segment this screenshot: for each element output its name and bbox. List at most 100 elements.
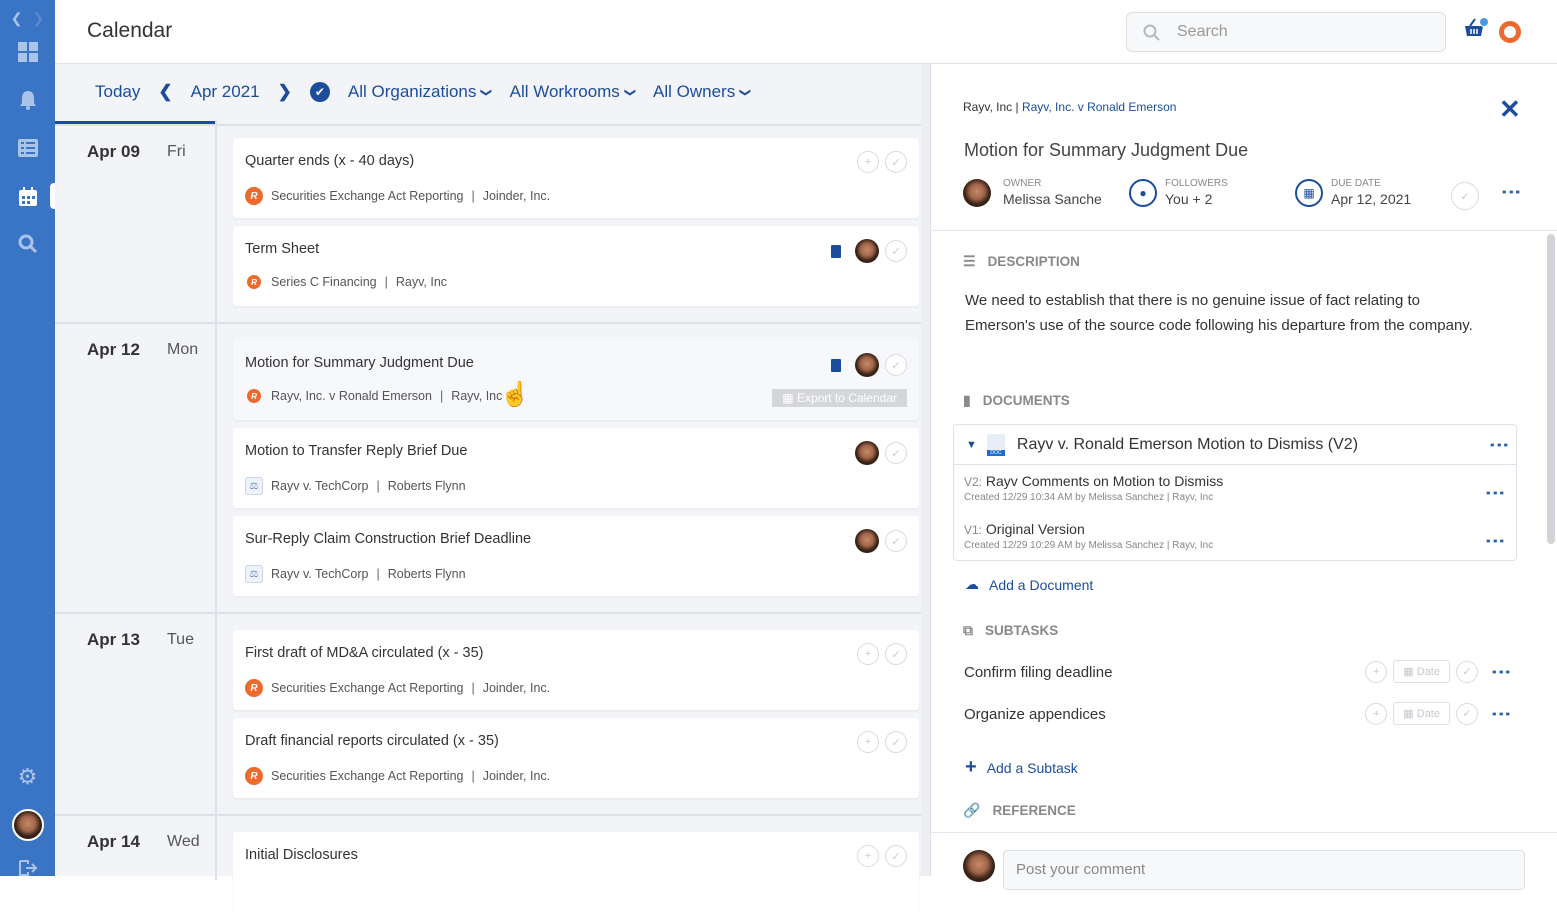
event-matter[interactable]: Securities Exchange Act Reporting (271, 769, 463, 783)
gear-icon[interactable]: ⚙ (0, 764, 55, 789)
description-text[interactable]: We need to establish that there is no ge… (965, 288, 1485, 338)
assign-user-icon[interactable]: + (1365, 702, 1388, 725)
event-card[interactable]: Sur-Reply Claim Construction Brief Deadl… (233, 516, 919, 596)
export-to-calendar-button[interactable]: ▦ Export to Calendar (772, 389, 907, 407)
crumb-matter-link[interactable]: Rayv, Inc. v Ronald Emerson (1022, 100, 1177, 114)
complete-task-check-icon[interactable]: ✓ (1451, 182, 1479, 210)
event-matter[interactable]: Securities Exchange Act Reporting (271, 189, 463, 203)
next-month-icon[interactable]: ❯ (278, 82, 292, 102)
event-title[interactable]: Sur-Reply Claim Construction Brief Deadl… (245, 531, 531, 547)
due-date-field[interactable]: ▦ DUE DATE Apr 12, 2021 (1295, 178, 1411, 207)
document-icon[interactable] (831, 244, 841, 258)
event-card[interactable]: Term Sheet R Series C Financing | Rayv, Inc ✓ (233, 226, 919, 306)
event-matter[interactable]: Rayv v. TechCorp (271, 479, 369, 493)
owner-field[interactable]: OWNER Melissa Sanche (963, 178, 1102, 207)
more-options-icon[interactable]: ⋮ (1500, 182, 1522, 202)
event-title[interactable]: First draft of MD&A circulated (x - 35) (245, 645, 484, 661)
day-weekday: Wed (167, 833, 200, 850)
document-menu-icon[interactable]: ⋮ (1488, 435, 1510, 455)
complete-check-icon[interactable]: ✓ (1456, 702, 1478, 725)
complete-check-icon[interactable]: ✓ (885, 240, 907, 262)
assign-user-icon[interactable]: + (857, 845, 879, 867)
assign-user-icon[interactable]: + (1365, 660, 1388, 683)
document-header[interactable]: ▼ Rayv v. Ronald Emerson Motion to Dismis… (954, 425, 1516, 465)
complete-check-icon[interactable]: ✓ (885, 151, 907, 173)
task-list-icon[interactable] (0, 136, 55, 160)
subtask-row[interactable]: Organize appendices + ▦ Date ✓ ⋮ (964, 702, 1524, 725)
complete-check-icon[interactable]: ✓ (885, 845, 907, 867)
add-subtask-button[interactable]: + Add a Subtask (965, 756, 1078, 779)
complete-check-icon[interactable]: ✓ (885, 442, 907, 464)
complete-check-icon[interactable]: ✓ (1456, 660, 1478, 683)
list-scrollbar[interactable] (921, 64, 930, 876)
assign-user-icon[interactable]: + (857, 151, 879, 173)
event-title[interactable]: Initial Disclosures (245, 847, 358, 863)
event-card[interactable]: Motion for Summary Judgment Due R Rayv, In… (233, 340, 919, 420)
subtask-row[interactable]: Confirm filing deadline + ▦ Date ✓ ⋮ (964, 660, 1524, 683)
assign-user-icon[interactable]: + (857, 731, 879, 753)
version-item[interactable]: V2: Rayv Comments on Motion to Dismiss Cr… (964, 473, 1223, 503)
dashboard-icon[interactable] (0, 40, 55, 64)
document-card: ▼ Rayv v. Ronald Emerson Motion to Dismis… (953, 424, 1517, 561)
subtask-name[interactable]: Confirm filing deadline (964, 664, 1112, 681)
complete-check-icon[interactable]: ✓ (885, 643, 907, 665)
event-matter[interactable]: Rayv, Inc. v Ronald Emerson (271, 389, 432, 403)
profile-avatar[interactable] (0, 808, 55, 842)
event-card[interactable]: First draft of MD&A circulated (x - 35) R… (233, 630, 919, 710)
complete-check-icon[interactable]: ✓ (885, 354, 907, 376)
search-icon[interactable] (0, 232, 55, 256)
event-title[interactable]: Draft financial reports circulated (x - … (245, 733, 499, 749)
complete-check-icon[interactable]: ✓ (885, 731, 907, 753)
date-button[interactable]: ▦ Date (1393, 660, 1450, 683)
subtask-menu-icon[interactable]: ⋮ (1490, 704, 1512, 724)
assign-user-icon[interactable]: + (857, 643, 879, 665)
crumb-org[interactable]: Rayv, Inc (963, 100, 1012, 114)
event-title[interactable]: Motion to Transfer Reply Brief Due (245, 443, 467, 459)
event-card[interactable]: Initial Disclosures + ✓ (233, 832, 919, 912)
event-matter[interactable]: Securities Exchange Act Reporting (271, 681, 463, 695)
event-title[interactable]: Motion for Summary Judgment Due (245, 355, 474, 371)
back-arrow-icon[interactable]: ❮ (11, 10, 23, 27)
organizations-dropdown[interactable]: All Organizations ❯ (348, 82, 493, 102)
day-weekday: Tue (167, 631, 194, 648)
today-button[interactable]: Today (95, 82, 140, 102)
collapse-triangle-icon[interactable]: ▼ (966, 439, 977, 451)
version-menu-icon[interactable]: ⋮ (1484, 531, 1506, 551)
assignee-avatar[interactable] (855, 239, 879, 263)
task-title[interactable]: Motion for Summary Judgment Due (964, 140, 1248, 161)
comment-input[interactable]: Post your comment (1003, 850, 1525, 890)
subtask-menu-icon[interactable]: ⋮ (1490, 662, 1512, 682)
search-input[interactable]: Search (1126, 12, 1446, 52)
document-name[interactable]: Rayv v. Ronald Emerson Motion to Dismiss… (1017, 436, 1358, 454)
add-document-button[interactable]: ☁ Add a Document (965, 576, 1093, 593)
forward-arrow-icon[interactable]: ❯ (33, 10, 45, 27)
event-matter[interactable]: Rayv v. TechCorp (271, 567, 369, 581)
event-title[interactable]: Term Sheet (245, 241, 319, 257)
assignee-avatar[interactable] (855, 353, 879, 377)
logout-icon[interactable] (0, 858, 55, 878)
detail-scrollbar[interactable] (1547, 234, 1555, 544)
show-completed-check-icon[interactable]: ✔ (309, 82, 330, 102)
help-lifebuoy-icon[interactable] (1499, 21, 1521, 43)
workrooms-dropdown[interactable]: All Workrooms ❯ (510, 82, 636, 102)
complete-check-icon[interactable]: ✓ (885, 530, 907, 552)
calendar-icon[interactable] (0, 184, 55, 208)
date-button[interactable]: ▦ Date (1393, 702, 1450, 725)
bell-icon[interactable] (0, 88, 55, 112)
event-card[interactable]: Draft financial reports circulated (x - … (233, 718, 919, 798)
document-icon[interactable] (831, 358, 841, 372)
followers-field[interactable]: ● FOLLOWERS You + 2 (1129, 178, 1228, 207)
close-icon[interactable]: ✕ (1499, 94, 1521, 125)
event-matter[interactable]: Series C Financing (271, 275, 377, 289)
event-card[interactable]: Quarter ends (x - 40 days) R Securities Ex… (233, 138, 919, 218)
prev-month-icon[interactable]: ❮ (158, 82, 172, 102)
event-card[interactable]: Motion to Transfer Reply Brief Due ⚖ Rayv … (233, 428, 919, 508)
subtask-name[interactable]: Organize appendices (964, 706, 1106, 723)
version-item[interactable]: V1: Original Version Created 12/29 10:29 … (964, 521, 1213, 551)
page-title: Calendar (87, 19, 173, 42)
event-title[interactable]: Quarter ends (x - 40 days) (245, 153, 414, 169)
assignee-avatar[interactable] (855, 441, 879, 465)
version-menu-icon[interactable]: ⋮ (1484, 483, 1506, 503)
owners-dropdown[interactable]: All Owners ❯ (653, 82, 751, 102)
assignee-avatar[interactable] (855, 529, 879, 553)
